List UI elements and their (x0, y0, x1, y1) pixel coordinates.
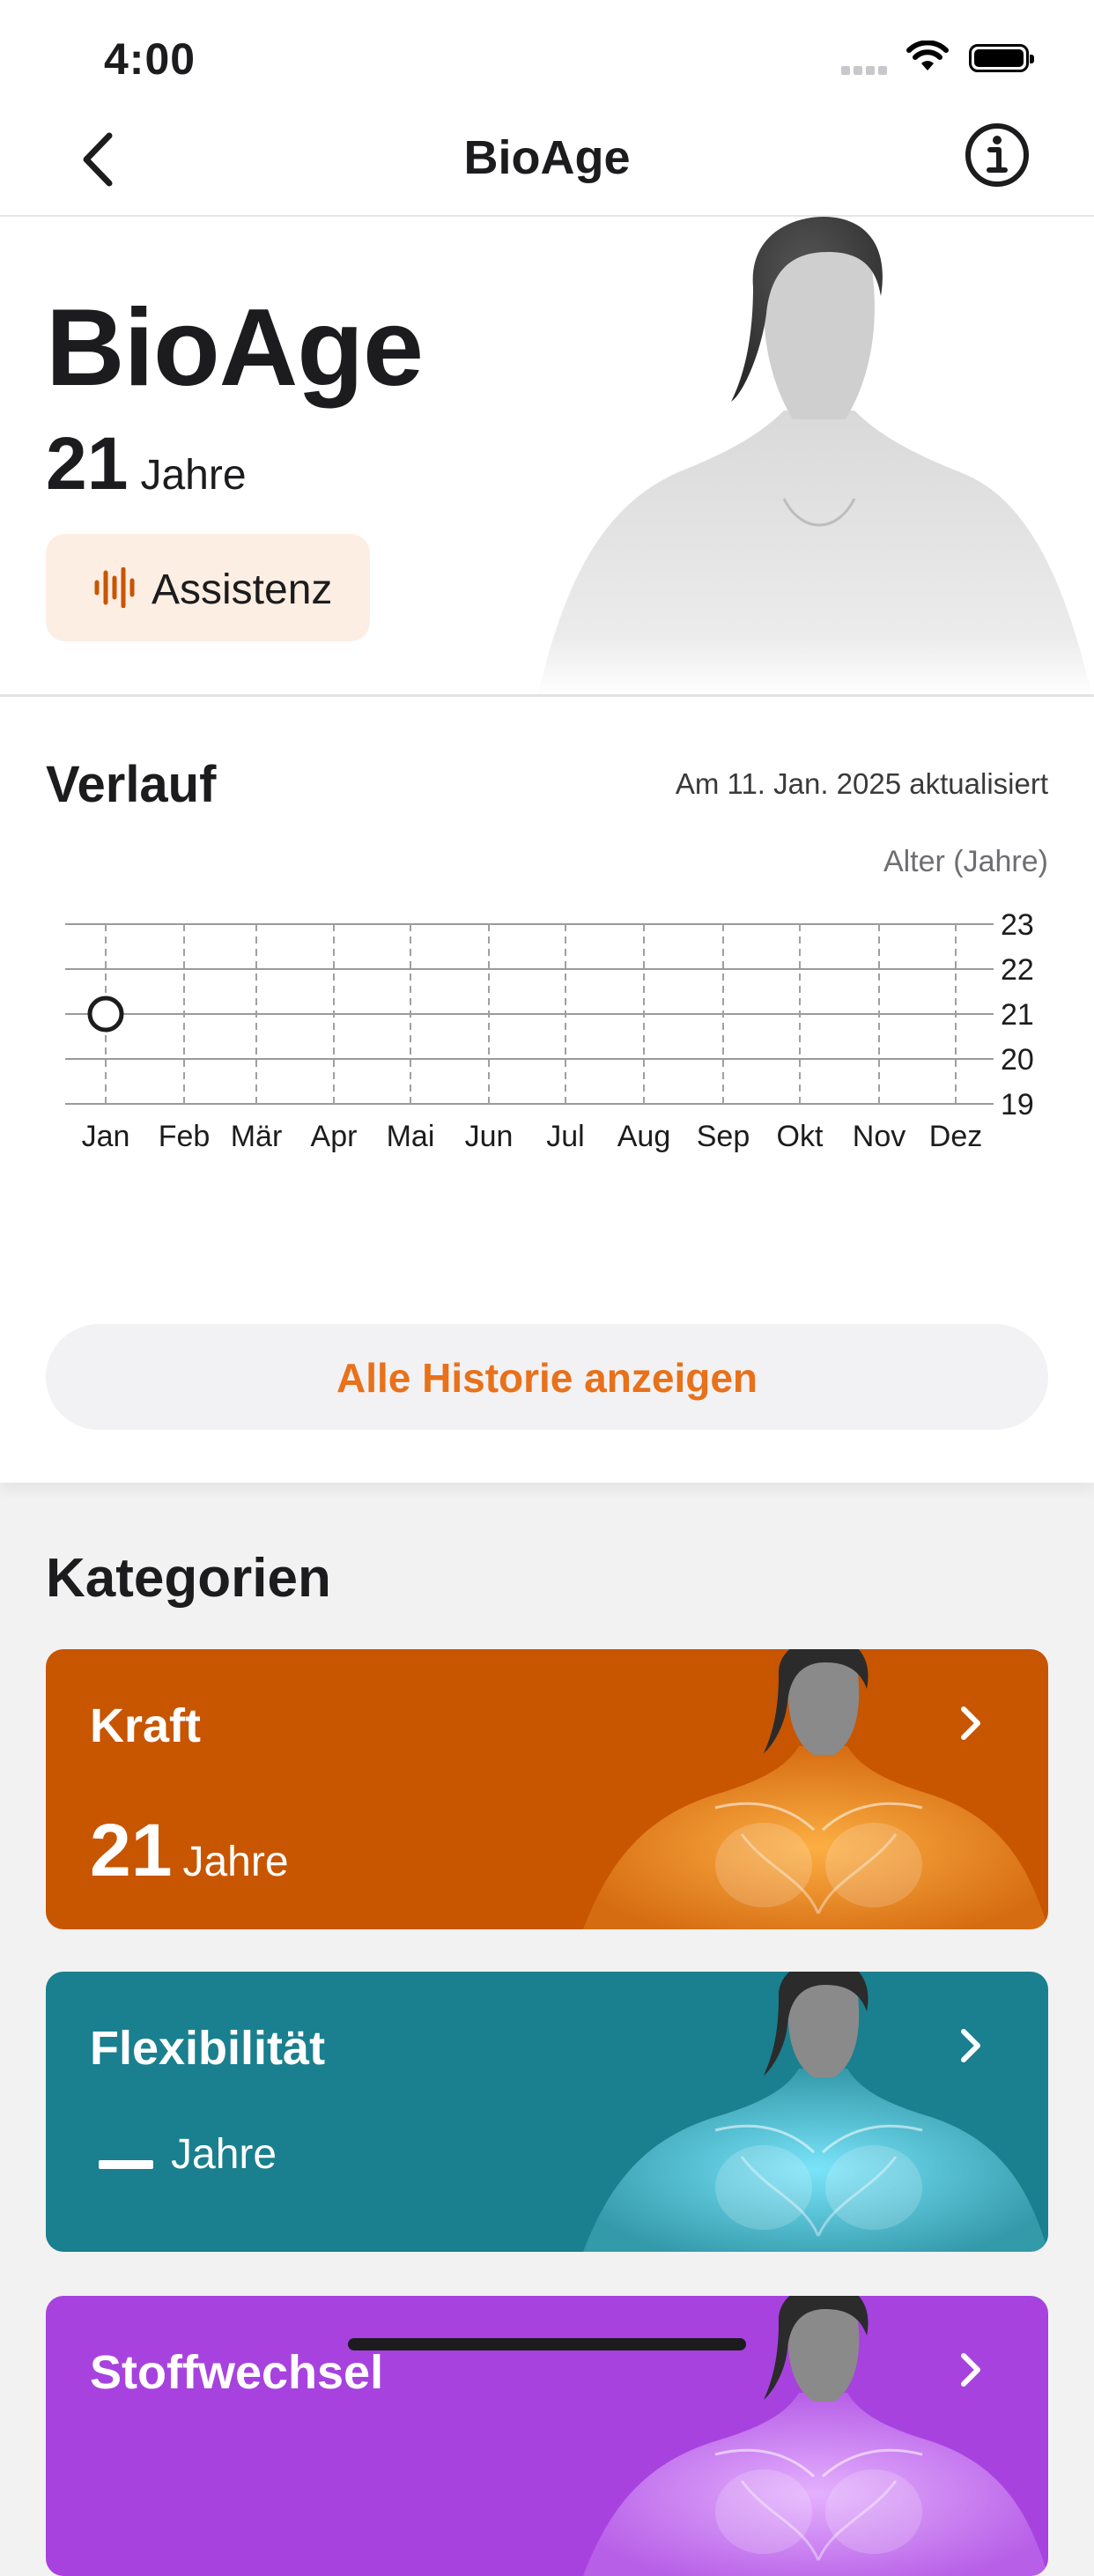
y-tick-label: 21 (1001, 998, 1034, 1032)
category-value: Jahre (90, 2130, 277, 2179)
battery-icon (969, 44, 1034, 72)
x-tick-label: Mär (231, 1120, 283, 1153)
data-point (87, 996, 124, 1033)
chevron-right-icon (961, 1706, 980, 1740)
x-tick-label: Jan (82, 1120, 130, 1153)
x-tick-label: Feb (159, 1120, 211, 1153)
bioage-unit: Jahre (140, 452, 247, 499)
category-name: Flexibilität (90, 2022, 326, 2075)
x-tick-label: Dez (929, 1120, 982, 1153)
chevron-right-icon (961, 2353, 980, 2387)
x-tick-label: Okt (777, 1120, 824, 1153)
cellular-signal-icon (841, 63, 891, 79)
bioage-chart: 23 22 21 20 19 Jan Feb Mär Apr Mai Jun Jul Aug Sep Okt… (65, 908, 1034, 1153)
x-tick-label: Apr (311, 1120, 358, 1153)
category-value: 21 Jahre (90, 1808, 289, 1893)
nav-title: BioAge (463, 131, 631, 184)
x-tick-label: Jul (546, 1120, 584, 1153)
waveform-icon (94, 567, 135, 608)
bioage-number: 21 (46, 422, 129, 505)
show-all-history-label: Alle Historie anzeigen (336, 1355, 758, 1401)
x-tick-label: Sep (697, 1120, 750, 1153)
muscle-strength-image (583, 1649, 1048, 1929)
categories-title: Kategorien (46, 1548, 331, 1609)
last-updated-text: Am 11. Jan. 2025 aktualisiert (675, 767, 1048, 800)
category-age-unit: Jahre (182, 1839, 289, 1885)
y-tick-label: 20 (1001, 1043, 1034, 1077)
show-all-history-button[interactable]: Alle Historie anzeigen (46, 1324, 1048, 1430)
y-tick-label: 23 (1001, 908, 1034, 942)
category-name: Stoffwechsel (90, 2346, 384, 2399)
athlete-image (537, 217, 1092, 696)
category-card-flexibilitaet[interactable]: Flexibilität Jahre (46, 1972, 1048, 2252)
history-card: Verlauf Am 11. Jan. 2025 aktualisiert Al… (0, 697, 1094, 1483)
bioage-value: 21 Jahre (46, 421, 247, 507)
y-axis-label: Alter (Jahre) (883, 845, 1048, 878)
category-age-number: 21 (90, 1809, 173, 1891)
history-title: Verlauf (46, 756, 217, 813)
x-tick-label: Nov (853, 1120, 906, 1153)
x-tick-label: Aug (617, 1120, 671, 1153)
bioage-hero: BioAge 21 Jahre Assistenz (0, 217, 1094, 696)
category-name: Kraft (90, 1699, 202, 1752)
assist-button[interactable]: Assistenz (46, 534, 370, 641)
status-bar: 4:00 (0, 0, 1094, 106)
nav-bar: BioAge (0, 106, 1094, 217)
info-circle-icon[interactable] (964, 122, 1031, 189)
category-age-unit: Jahre (171, 2131, 277, 2178)
x-tick-label: Mai (387, 1120, 435, 1153)
y-tick-label: 22 (1001, 953, 1034, 987)
y-tick-label: 19 (1001, 1088, 1034, 1121)
muscle-flexibility-image (583, 1972, 1048, 2252)
x-tick-label: Jun (465, 1120, 514, 1153)
chevron-right-icon (961, 2029, 980, 2062)
status-time: 4:00 (104, 34, 196, 84)
assist-label: Assistenz (152, 566, 333, 613)
no-value-dash (99, 2159, 153, 2169)
wifi-icon (906, 41, 949, 70)
hero-title: BioAge (46, 287, 424, 409)
category-card-kraft[interactable]: Kraft 21 Jahre (46, 1649, 1048, 1929)
home-indicator (348, 2338, 746, 2350)
